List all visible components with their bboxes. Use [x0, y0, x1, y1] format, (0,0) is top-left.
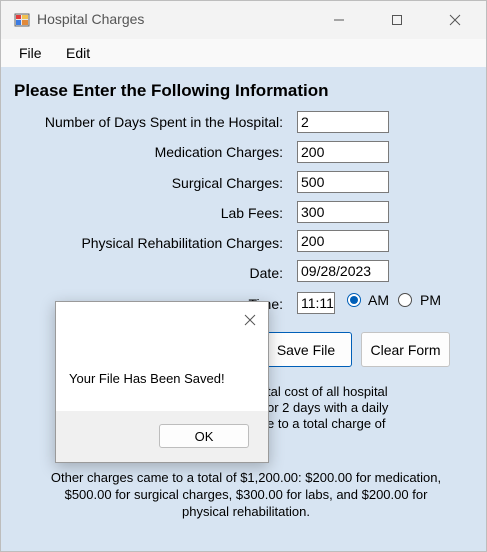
app-window: Hospital Charges File Edit Please Enter … [0, 0, 487, 552]
dialog-close-button[interactable] [238, 308, 262, 332]
app-icon [14, 13, 30, 27]
pm-radio[interactable] [398, 293, 412, 307]
surgical-label: Surgical Charges: [171, 175, 283, 191]
window-title: Hospital Charges [37, 11, 145, 27]
charges-summary: tal cost of all hospital or 2 days with … [267, 384, 417, 432]
summary-line: e to a total charge of [267, 416, 386, 431]
date-input[interactable]: 09/28/2023 [297, 260, 389, 282]
title-bar: Hospital Charges [1, 1, 486, 39]
close-button[interactable] [432, 1, 478, 39]
menu-bar: File Edit [1, 39, 486, 67]
lab-fees-label: Lab Fees: [220, 205, 283, 221]
rehab-input[interactable]: 200 [297, 230, 389, 252]
other-charges-text: Other charges came to a total of $1,200.… [50, 470, 442, 519]
form-heading: Please Enter the Following Information [14, 81, 329, 100]
minimize-button[interactable] [316, 1, 362, 39]
lab-fees-input[interactable]: 300 [297, 201, 389, 223]
close-icon [449, 14, 461, 26]
rehab-label: Physical Rehabilitation Charges: [81, 235, 283, 251]
am-radio[interactable] [347, 293, 361, 307]
ok-button[interactable]: OK [159, 424, 249, 448]
surgical-input[interactable]: 500 [297, 171, 389, 193]
medication-input[interactable]: 200 [297, 141, 389, 163]
time-input[interactable]: 11:11 [297, 292, 335, 314]
clear-form-button[interactable]: Clear Form [361, 332, 450, 367]
summary-line: or 2 days with a daily [267, 400, 389, 415]
minimize-icon [334, 19, 344, 21]
days-input[interactable]: 2 [297, 111, 389, 133]
maximize-button[interactable] [374, 1, 420, 39]
dialog-message: Your File Has Been Saved! [69, 371, 225, 386]
close-icon [244, 314, 256, 326]
date-label: Date: [249, 265, 283, 281]
maximize-icon [392, 15, 402, 25]
saved-dialog: Your File Has Been Saved! OK [55, 301, 269, 463]
summary-line: tal cost of all hospital [267, 384, 388, 399]
medication-label: Medication Charges: [154, 144, 283, 160]
dialog-footer: OK [56, 411, 268, 462]
menu-file[interactable]: File [19, 45, 42, 61]
days-label: Number of Days Spent in the Hospital: [44, 114, 283, 130]
pm-radio-label: PM [420, 292, 441, 308]
am-radio-label: AM [368, 292, 389, 308]
menu-edit[interactable]: Edit [66, 45, 90, 61]
save-file-button[interactable]: Save File [260, 332, 352, 367]
